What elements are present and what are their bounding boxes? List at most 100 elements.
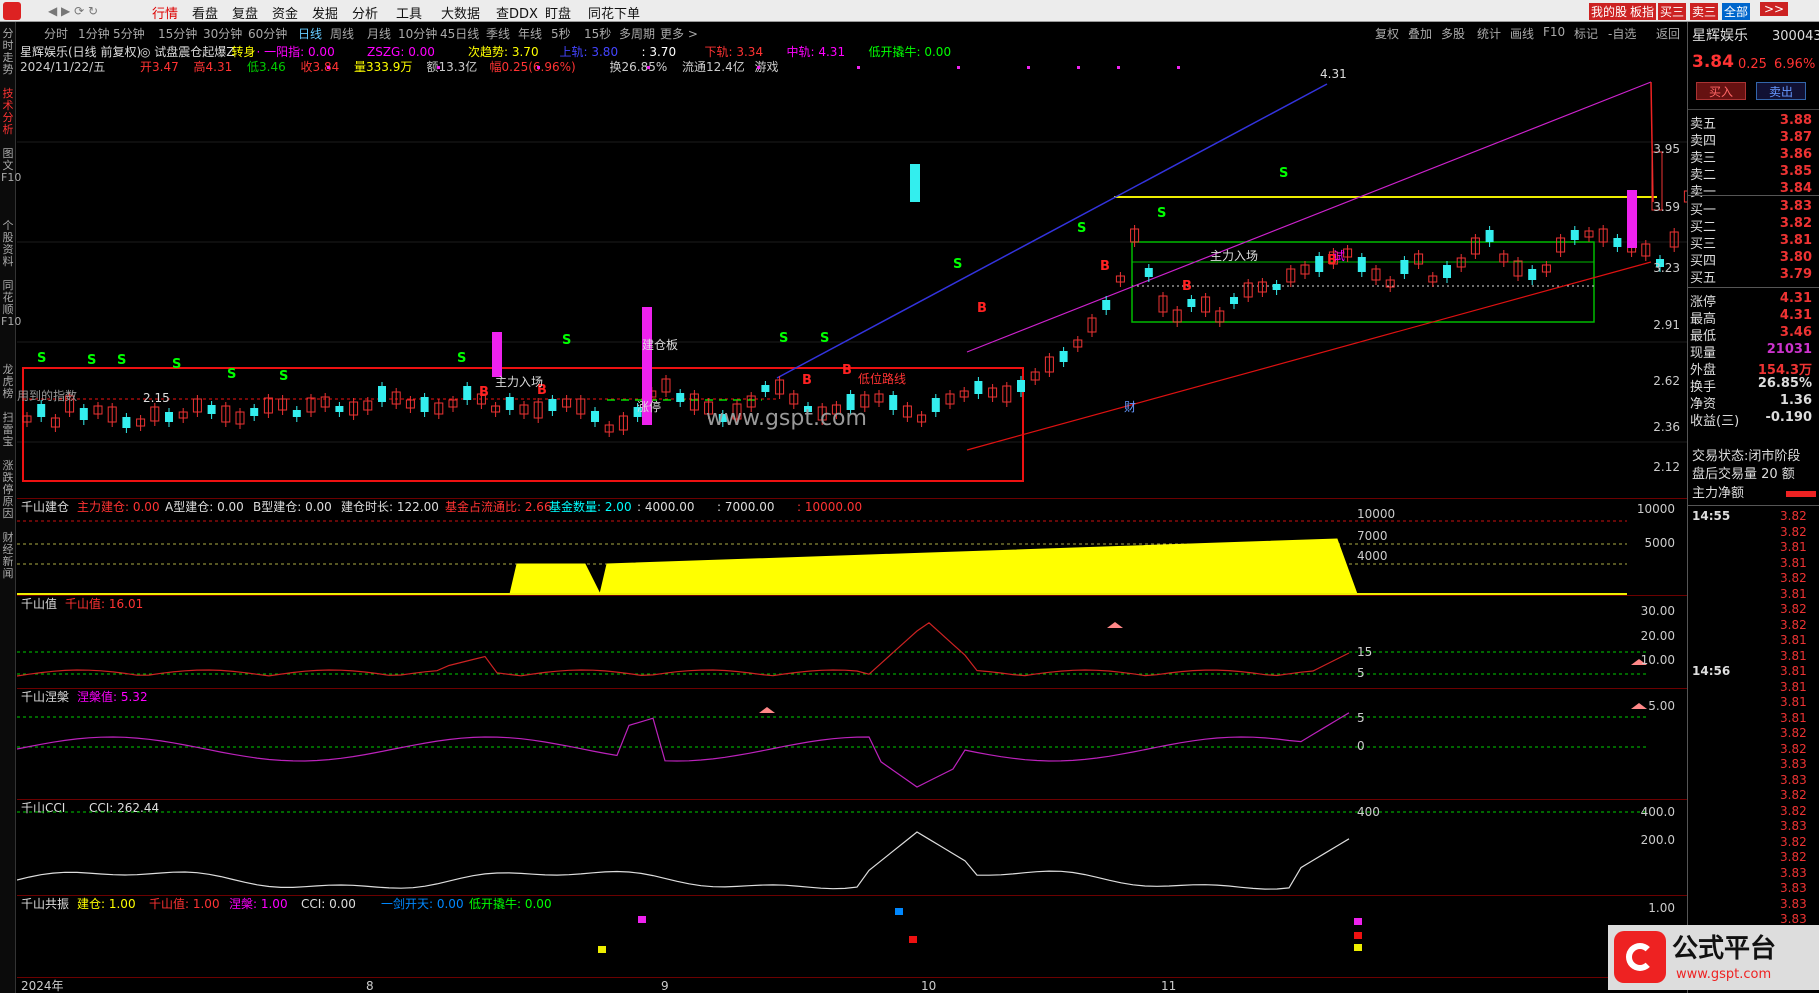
timeframe-tab[interactable]: 15秒 xyxy=(584,25,611,42)
gongzhen-signal-chart[interactable] xyxy=(17,896,1687,978)
candle-big xyxy=(910,164,920,202)
timeframe-tab[interactable]: 更多 > xyxy=(660,25,698,42)
timeframe-tab[interactable]: 日线 xyxy=(298,25,322,42)
top-dot xyxy=(1077,66,1080,69)
menu-item[interactable]: 大数据 xyxy=(441,3,480,22)
sidebar-tab[interactable]: 个股资料 xyxy=(1,220,15,268)
timeframe-tab[interactable]: 45日线 xyxy=(440,25,479,42)
toolbar-button[interactable]: 返回 xyxy=(1656,25,1680,42)
jiancang-area-chart[interactable] xyxy=(17,499,1687,596)
menu-item[interactable]: 看盘 xyxy=(192,3,218,22)
timeframe-tab[interactable]: 年线 xyxy=(518,25,542,42)
menu-item[interactable]: 资金 xyxy=(272,3,298,22)
stock-name: 星辉娱乐 xyxy=(1692,28,1748,44)
timeframe-bar: 分时 1分钟 5分钟 15分钟 30分钟 60分钟 日线 周线 月线 10分钟 45日线 季线 年线 5秒… xyxy=(20,22,1800,42)
menu-item[interactable]: 查DDX xyxy=(496,3,538,22)
toolbar-button[interactable]: 多股 xyxy=(1441,25,1465,42)
quote-value: 3.85 xyxy=(1779,164,1812,179)
date-tick: 8 xyxy=(366,979,374,993)
candle xyxy=(1272,284,1281,290)
buy-button[interactable]: 买入 xyxy=(1696,82,1746,100)
menu-item[interactable]: 复盘 xyxy=(232,3,258,22)
timeframe-tab[interactable]: 分时 xyxy=(44,25,68,42)
toolbar-button[interactable]: 统计 xyxy=(1477,25,1501,42)
pane-axis-tick: 30.00 xyxy=(1640,604,1675,618)
timeframe-tab[interactable]: 5秒 xyxy=(551,25,571,42)
sidebar-tab[interactable]: 扫雷宝 xyxy=(1,412,15,448)
after-trade: 盘后交易量 20 额 xyxy=(1692,467,1795,482)
tick-time: 14:55 xyxy=(1692,509,1731,523)
toolbar-button[interactable]: F10 xyxy=(1543,25,1565,39)
quote-key: 收益(三) xyxy=(1690,414,1740,429)
tick-price: 3.81 xyxy=(1780,633,1807,647)
sell-signal-marker: S xyxy=(1077,221,1086,236)
niepan-line-chart[interactable] xyxy=(17,689,1687,800)
resonance-signal xyxy=(895,908,903,915)
quote-value: 3.87 xyxy=(1779,130,1812,145)
sell-signal-marker: S xyxy=(820,331,829,346)
timeframe-tab[interactable]: 周线 xyxy=(330,25,354,42)
toolbar-button[interactable]: -自选 xyxy=(1608,25,1636,42)
sidebar-tab[interactable]: 同花顺F10 xyxy=(1,280,21,328)
menu-item[interactable]: 分析 xyxy=(352,3,378,22)
chart-label: 4.31 xyxy=(1320,67,1347,81)
timeframe-tab[interactable]: 30分钟 xyxy=(203,25,242,42)
pane-cci: 千山CCI CCI: 262.44 400.0 200.0 400 xyxy=(17,799,1687,895)
quote-row: 卖五 3.88 xyxy=(1690,112,1818,132)
timeframe-tab[interactable]: 60分钟 xyxy=(248,25,287,42)
candle xyxy=(889,395,898,410)
sell-button[interactable]: 卖出 xyxy=(1756,82,1806,100)
menu-item[interactable]: 盯盘 xyxy=(545,3,571,22)
top-dot xyxy=(327,66,330,69)
chart-label: 主力入场 xyxy=(495,375,544,389)
menu-tag[interactable]: 板指 xyxy=(1628,3,1657,20)
toolbar-button[interactable]: 叠加 xyxy=(1408,25,1432,42)
candle xyxy=(761,385,770,392)
menu-item[interactable]: 行情 xyxy=(152,3,178,22)
menu-item[interactable]: 发掘 xyxy=(312,3,338,22)
quote-row: 涨停 4.31 xyxy=(1690,290,1818,310)
quote-value: 21031 xyxy=(1766,342,1812,357)
timeframe-tab[interactable]: 5分钟 xyxy=(113,25,145,42)
timeframe-tab[interactable]: 1分钟 xyxy=(78,25,110,42)
sidebar-tab[interactable]: 分时走势 xyxy=(1,28,15,76)
pane-jiancang: 千山建仓 主力建仓: 0.00 A型建仓: 0.00 B型建仓: 0.00 建仓时长: … xyxy=(17,498,1687,596)
menu-item[interactable]: 工具 xyxy=(396,3,422,22)
cci-line-chart[interactable] xyxy=(17,800,1687,896)
toolbar-button[interactable]: 复权 xyxy=(1375,25,1399,42)
timeframe-tab[interactable]: 季线 xyxy=(486,25,510,42)
toolbar-button[interactable]: 画线 xyxy=(1510,25,1534,42)
more-arrows-icon[interactable]: >> xyxy=(1760,2,1789,16)
candle xyxy=(505,397,514,410)
sidebar-tab[interactable]: 技术分析 xyxy=(1,88,15,136)
tick-price: 3.82 xyxy=(1780,524,1807,539)
toolbar-button[interactable]: 标记 xyxy=(1574,25,1598,42)
watermark-text: www.gspt.com xyxy=(706,406,867,431)
tick-price: 3.83 xyxy=(1780,865,1807,880)
quote-row: 最低 3.46 xyxy=(1690,324,1818,344)
timeframe-tab[interactable]: 月线 xyxy=(367,25,391,42)
tick-price: 3.82 xyxy=(1780,834,1807,849)
menu-item[interactable]: 同花下单 xyxy=(588,3,640,22)
timeframe-tab[interactable]: 多周期 xyxy=(619,25,655,42)
tick-price: 3.81 xyxy=(1780,664,1807,678)
timeframe-tab[interactable]: 15分钟 xyxy=(158,25,197,42)
menu-tag[interactable]: 全部 xyxy=(1722,3,1751,20)
buy-signal-marker: B xyxy=(1100,259,1110,274)
timeframe-tab[interactable]: 10分钟 xyxy=(398,25,437,42)
candle xyxy=(1230,297,1238,304)
qianshanzhi-line-chart[interactable] xyxy=(17,596,1687,689)
menu-tag[interactable]: 卖三 xyxy=(1690,3,1719,20)
price-change: 0.25 xyxy=(1738,57,1767,72)
sidebar-tab[interactable]: 龙虎榜 xyxy=(1,364,15,400)
candle-limit-up xyxy=(1627,190,1637,248)
sidebar-tab[interactable]: 财经新闻 xyxy=(1,532,15,580)
peak-marker-icon xyxy=(1107,622,1123,628)
menu-tag[interactable]: 买三 xyxy=(1658,3,1687,20)
nav-arrows-icon[interactable]: ◀ ▶ ⟳ ↻ xyxy=(48,4,98,18)
sell-signal-marker: S xyxy=(117,353,126,368)
menu-tag[interactable]: 我的股 xyxy=(1589,3,1630,20)
sidebar-tab[interactable]: 图文F10 xyxy=(1,148,21,184)
candle xyxy=(420,397,429,412)
sidebar-tab[interactable]: 涨跌停原因 xyxy=(1,460,15,520)
